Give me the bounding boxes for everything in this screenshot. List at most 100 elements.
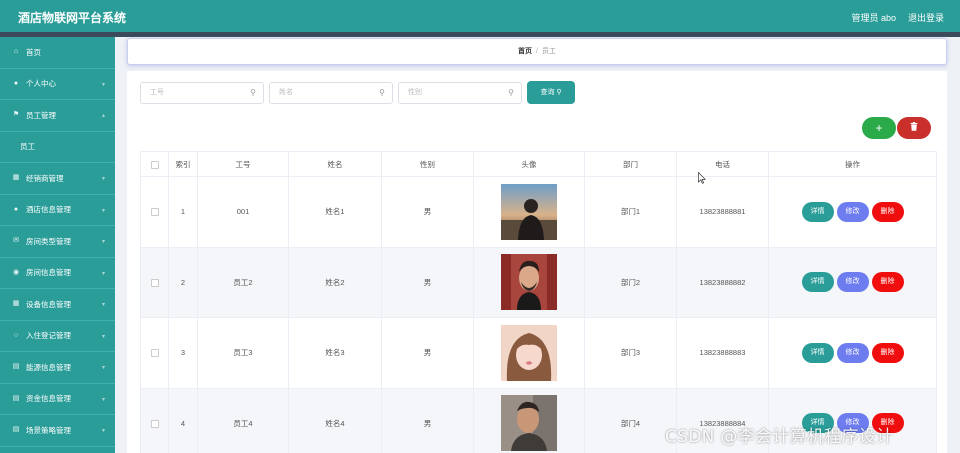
batch-delete-button[interactable] bbox=[897, 117, 931, 139]
sidebar-item-label: 房间类型管理 bbox=[26, 236, 71, 246]
cell-avatar bbox=[473, 317, 585, 389]
column-header: 操作 bbox=[768, 151, 937, 177]
sidebar-item-label: 设备信息管理 bbox=[26, 299, 71, 309]
row-checkbox[interactable] bbox=[140, 176, 169, 248]
query-label: 查询 bbox=[540, 89, 555, 96]
avatar bbox=[501, 183, 557, 240]
chevron-down-icon: ▾ bbox=[101, 239, 105, 245]
user-icon: ● bbox=[13, 205, 19, 213]
gender-search-input[interactable]: 性别 ⚲ bbox=[398, 82, 522, 104]
sidebar-item-energy[interactable]: ▤ 能源信息管理 ▾ bbox=[0, 352, 115, 384]
row-checkbox[interactable] bbox=[140, 246, 169, 318]
pin-icon: ○ bbox=[13, 331, 19, 339]
cell-avatar bbox=[473, 176, 585, 248]
breadcrumb-home[interactable]: 首页 bbox=[518, 48, 532, 55]
avatar bbox=[501, 395, 557, 452]
sidebar-item-device[interactable]: ▦ 设备信息管理 ▾ bbox=[0, 289, 115, 321]
column-header: 性别 bbox=[381, 151, 474, 177]
sidebar-item-scene[interactable]: ▤ 场景策略管理 ▾ bbox=[0, 415, 115, 447]
add-button[interactable]: + bbox=[862, 117, 896, 139]
query-button[interactable]: 查询 ⚲ bbox=[527, 81, 575, 104]
sidebar-item-room-info[interactable]: ◉ 房间信息管理 ▾ bbox=[0, 258, 115, 289]
breadcrumb-separator: / bbox=[536, 48, 538, 55]
chevron-down-icon: ▾ bbox=[101, 396, 105, 403]
plus-icon: + bbox=[875, 121, 883, 135]
cell-index: 3 bbox=[168, 317, 198, 389]
sidebar-item-home[interactable]: ⌂ 首页 bbox=[0, 37, 115, 69]
column-header: 电话 bbox=[676, 151, 769, 177]
cell-avatar bbox=[473, 387, 585, 453]
watermark: CSDN @李会计算机程序设计 bbox=[665, 427, 894, 447]
search-icon: ⚲ bbox=[508, 88, 514, 97]
sidebar-item-dealer[interactable]: ▦ 经销商管理 ▾ bbox=[0, 163, 115, 195]
delete-button[interactable]: 删除 bbox=[871, 272, 904, 293]
column-header: 索引 bbox=[168, 151, 198, 177]
search-icon: ⚲ bbox=[379, 88, 385, 97]
cell-id: 员工2 bbox=[197, 246, 289, 318]
name-search-input[interactable]: 姓名 ⚲ bbox=[269, 82, 393, 104]
table-row: 2 员工2 姓名2 男 部门2 13823888882 详情 修改 删除 bbox=[140, 246, 937, 318]
name-placeholder: 姓名 bbox=[279, 89, 293, 96]
chevron-up-icon: ▴ bbox=[101, 113, 105, 119]
chevron-down-icon: ▾ bbox=[101, 428, 105, 434]
sidebar-item-staff[interactable]: 员工 bbox=[0, 131, 115, 163]
edit-button[interactable]: 修改 bbox=[836, 272, 869, 293]
edit-button[interactable]: 修改 bbox=[836, 201, 869, 222]
sidebar-item-profile[interactable]: ● 个人中心 ▾ bbox=[0, 69, 115, 100]
top-bar: 酒店物联网平台系统 管理员 abo 退出登录 bbox=[0, 0, 960, 32]
column-header: 姓名 bbox=[288, 151, 382, 177]
id-placeholder: 工号 bbox=[150, 89, 164, 96]
cell-id: 员工4 bbox=[197, 387, 289, 453]
sidebar-item-checkin[interactable]: ○ 入住登记管理 ▾ bbox=[0, 321, 115, 352]
chevron-down-icon: ▾ bbox=[101, 176, 105, 182]
delete-button[interactable]: 删除 bbox=[871, 201, 904, 222]
app-title: 酒店物联网平台系统 bbox=[18, 11, 127, 25]
content-panel: 工号 ⚲ 姓名 ⚲ 性别 ⚲ 查询 ⚲ + 索引 工号 姓名 性别 头像 部门 … bbox=[127, 71, 947, 453]
chevron-down-icon: ▾ bbox=[101, 333, 105, 340]
row-checkbox[interactable] bbox=[140, 387, 169, 453]
grid-icon: ▤ bbox=[12, 394, 20, 402]
staff-table: 索引 工号 姓名 性别 头像 部门 电话 操作 1 001 姓名1 男 部门1 … bbox=[140, 151, 937, 453]
table-row: 3 员工3 姓名3 男 部门3 13823888883 详情 修改 删除 bbox=[140, 317, 937, 389]
sidebar-item-label: 入住登记管理 bbox=[26, 331, 71, 341]
row-checkbox[interactable] bbox=[140, 317, 169, 389]
detail-button[interactable]: 详情 bbox=[801, 272, 834, 293]
location-icon: ◉ bbox=[12, 268, 20, 276]
logout-link[interactable]: 退出登录 bbox=[908, 11, 944, 24]
cell-gender: 男 bbox=[381, 317, 474, 389]
id-search-input[interactable]: 工号 ⚲ bbox=[140, 82, 264, 104]
sidebar-item-label: 首页 bbox=[26, 47, 41, 57]
flag-icon: ⚑ bbox=[12, 111, 20, 119]
cell-actions: 详情 修改 删除 bbox=[768, 246, 937, 318]
sidebar-item-label: 能源信息管理 bbox=[26, 362, 71, 372]
cell-name: 姓名4 bbox=[288, 387, 382, 453]
table-header-row: 索引 工号 姓名 性别 头像 部门 电话 操作 bbox=[140, 151, 937, 177]
sidebar-item-staff-manage[interactable]: ⚑ 员工管理 ▴ bbox=[0, 100, 115, 132]
chevron-down-icon: ▾ bbox=[101, 302, 105, 308]
edit-button[interactable]: 修改 bbox=[836, 342, 869, 363]
search-icon: ⚲ bbox=[556, 89, 562, 96]
sidebar-item-label: 场景策略管理 bbox=[26, 425, 71, 435]
sidebar-item-label: 员工管理 bbox=[26, 110, 56, 120]
sidebar-item-label: 酒店信息管理 bbox=[26, 205, 71, 215]
sidebar-item-label: 经销商管理 bbox=[26, 173, 64, 183]
chevron-down-icon: ▾ bbox=[101, 270, 105, 277]
sidebar-item-funds[interactable]: ▤ 资金信息管理 ▾ bbox=[0, 384, 115, 415]
cell-dept: 部门2 bbox=[584, 246, 677, 318]
column-header: 工号 bbox=[197, 151, 289, 177]
cell-phone: 13823888881 bbox=[676, 176, 769, 248]
breadcrumb: 首页 / 员工 bbox=[127, 38, 947, 65]
grid-icon: ▤ bbox=[12, 363, 20, 371]
detail-button[interactable]: 详情 bbox=[801, 342, 834, 363]
cell-dept: 部门4 bbox=[584, 387, 677, 453]
sidebar-item-room-type[interactable]: ✉ 房间类型管理 ▾ bbox=[0, 226, 115, 258]
search-icon: ⚲ bbox=[250, 88, 256, 97]
select-all-checkbox[interactable] bbox=[140, 151, 169, 177]
mail-icon: ✉ bbox=[13, 237, 19, 245]
delete-button[interactable]: 删除 bbox=[871, 342, 904, 363]
cell-gender: 男 bbox=[381, 176, 474, 248]
cell-phone: 13823888882 bbox=[676, 246, 769, 318]
detail-button[interactable]: 详情 bbox=[801, 201, 834, 222]
sidebar-item-hotel[interactable]: ● 酒店信息管理 ▾ bbox=[0, 195, 115, 226]
admin-label: 管理员 abo bbox=[851, 13, 896, 23]
